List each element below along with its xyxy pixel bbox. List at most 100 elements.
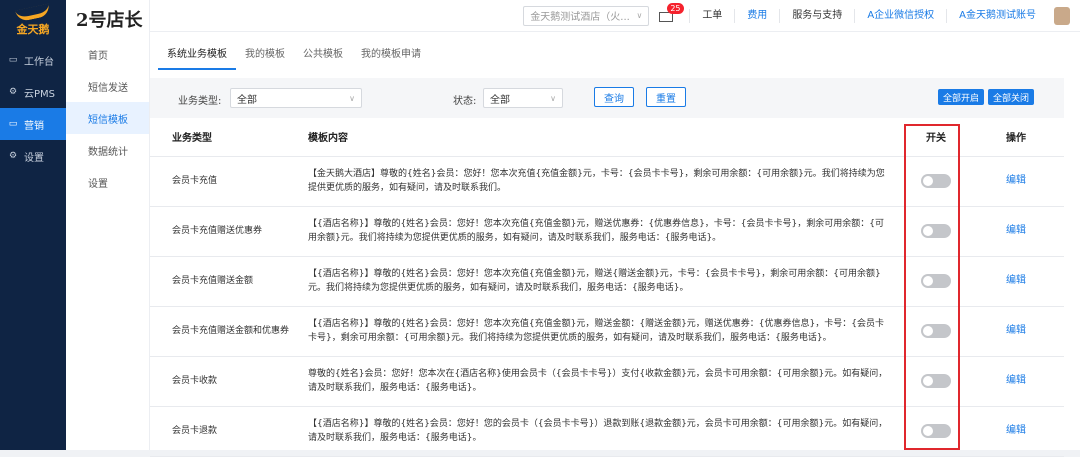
header-business-type: 业务类型 bbox=[150, 118, 308, 157]
mail-button[interactable]: 25 bbox=[659, 2, 684, 23]
main-sidebar: 金天鹅 ▭ 工作台 ⚙ 云PMS ▭ 营销 ⚙ 设置 bbox=[0, 0, 66, 450]
row-action-cell: 编辑 bbox=[968, 156, 1064, 207]
row-action-cell: 编辑 bbox=[968, 206, 1064, 257]
tab-my-templates[interactable]: 我的模板 bbox=[236, 45, 294, 70]
work-order-link[interactable]: 工单 bbox=[689, 8, 734, 23]
gear-icon: ⚙ bbox=[8, 87, 18, 97]
row-template-content: 【{酒店名称}】尊敬的{姓名}会员：您好！您本次充值{充值金额}元，赠送金额：{… bbox=[308, 306, 904, 357]
chevron-down-icon: ∨ bbox=[550, 93, 556, 103]
marketing-icon: ▭ bbox=[8, 119, 18, 129]
row-switch-cell bbox=[904, 206, 968, 257]
row-template-content: 【{酒店名称}】尊敬的{姓名}会员：您好！您的会员卡（{会员卡卡号}）退款到账{… bbox=[308, 406, 904, 457]
status-value: 全部 bbox=[490, 94, 510, 106]
chevron-down-icon: ∨ bbox=[636, 11, 643, 20]
business-type-value: 全部 bbox=[237, 94, 257, 106]
edit-link[interactable]: 编辑 bbox=[1006, 325, 1026, 336]
reset-button[interactable]: 重置 bbox=[646, 87, 686, 107]
sidebar-item-label: 云PMS bbox=[24, 88, 56, 100]
subnav-item-sms-send[interactable]: 短信发送 bbox=[66, 70, 149, 102]
avatar[interactable] bbox=[1054, 6, 1070, 25]
account-link[interactable]: A金天鹅测试账号 bbox=[946, 8, 1048, 23]
app-logo[interactable]: 金天鹅 bbox=[0, 0, 66, 44]
edit-link[interactable]: 编辑 bbox=[1006, 375, 1026, 386]
sidebar-item-marketing[interactable]: ▭ 营销 bbox=[0, 108, 66, 140]
status-select[interactable]: 全部 ∨ bbox=[483, 88, 563, 108]
table-row: 会员卡充值赠送金额 【{酒店名称}】尊敬的{姓名}会员：您好！您本次充值{充值金额… bbox=[150, 256, 1064, 307]
row-switch-cell bbox=[904, 406, 968, 457]
chevron-down-icon: ∨ bbox=[349, 93, 355, 103]
sidebar-item-settings[interactable]: ⚙ 设置 bbox=[0, 140, 66, 172]
row-switch-cell bbox=[904, 156, 968, 207]
table-row: 会员卡收款 尊敬的{姓名}会员：您好！您本次在{酒店名称}使用会员卡（{会员卡卡号… bbox=[150, 356, 1064, 407]
billing-link[interactable]: 费用 bbox=[734, 8, 779, 23]
subnav-item-settings[interactable]: 设置 bbox=[66, 166, 149, 198]
tab-my-applications[interactable]: 我的模板申请 bbox=[352, 45, 430, 70]
workbench-icon: ▭ bbox=[8, 55, 18, 65]
template-switch-toggle[interactable] bbox=[921, 323, 951, 338]
template-switch-toggle[interactable] bbox=[921, 423, 951, 438]
row-template-content: 【{酒店名称}】尊敬的{姓名}会员：您好！您本次充值{充值金额}元，赠送{赠送金… bbox=[308, 256, 904, 307]
sidebar-item-workbench[interactable]: ▭ 工作台 bbox=[0, 44, 66, 76]
sidebar-item-cloud-pms[interactable]: ⚙ 云PMS bbox=[0, 76, 66, 108]
row-business-type: 会员卡充值 bbox=[150, 156, 308, 207]
tab-system-templates[interactable]: 系统业务模板 bbox=[158, 45, 236, 70]
template-panel: 业务类型: 全部 ∨ 状态: 全部 ∨ 查询 重置 全部开启 全部关闭 业务类型… bbox=[150, 70, 1080, 457]
tab-public-templates[interactable]: 公共模板 bbox=[294, 45, 352, 70]
edit-link[interactable]: 编辑 bbox=[1006, 425, 1026, 436]
row-action-cell: 编辑 bbox=[968, 406, 1064, 457]
sidebar-item-label: 营销 bbox=[24, 120, 44, 132]
subnav-item-statistics[interactable]: 数据统计 bbox=[66, 134, 149, 166]
support-link[interactable]: 服务与支持 bbox=[779, 8, 854, 23]
brand-title: 2号店长 bbox=[76, 10, 143, 31]
table-row: 会员卡充值赠送优惠券 【{酒店名称}】尊敬的{姓名}会员：您好！您本次充值{充值金… bbox=[150, 206, 1064, 257]
enable-all-button[interactable]: 全部开启 bbox=[938, 89, 984, 105]
header-action: 操作 bbox=[968, 118, 1064, 157]
query-button[interactable]: 查询 bbox=[594, 87, 634, 107]
template-switch-toggle[interactable] bbox=[921, 273, 951, 288]
row-template-content: 【金天鹅大酒店】尊敬的{姓名}会员：您好！您本次充值{充值金额}元，卡号：{会员… bbox=[308, 156, 904, 207]
logo-swoosh-icon bbox=[15, 3, 51, 23]
table-row: 会员卡充值赠送金额和优惠券 【{酒店名称}】尊敬的{姓名}会员：您好！您本次充值{… bbox=[150, 306, 1064, 357]
gear-icon: ⚙ bbox=[8, 151, 18, 161]
template-switch-toggle[interactable] bbox=[921, 173, 951, 188]
template-tabs: 系统业务模板 我的模板 公共模板 我的模板申请 bbox=[150, 32, 1080, 70]
edit-link[interactable]: 编辑 bbox=[1006, 225, 1026, 236]
template-switch-toggle[interactable] bbox=[921, 223, 951, 238]
row-template-content: 【{酒店名称}】尊敬的{姓名}会员：您好！您本次充值{充值金额}元，赠送优惠券：… bbox=[308, 206, 904, 257]
hotel-select[interactable]: 金天鹅测试酒店（火... ∨ bbox=[523, 5, 650, 26]
sub-navigation: 2号店长 首页 短信发送 短信模板 数据统计 设置 bbox=[66, 0, 150, 450]
row-switch-cell bbox=[904, 256, 968, 307]
template-table: 业务类型 模板内容 开关 操作 会员卡充值 【金天鹅大酒店】尊敬的{姓名}会员：您… bbox=[150, 118, 1064, 457]
wecom-auth-link[interactable]: A企业微信授权 bbox=[854, 8, 946, 23]
main-content: 系统业务模板 我的模板 公共模板 我的模板申请 业务类型: 全部 ∨ 状态: 全… bbox=[150, 32, 1080, 457]
hotel-select-value: 金天鹅测试酒店（火... bbox=[530, 12, 630, 23]
subnav-item-sms-template[interactable]: 短信模板 bbox=[66, 102, 149, 134]
table-row: 会员卡退款 【{酒店名称}】尊敬的{姓名}会员：您好！您的会员卡（{会员卡卡号}）… bbox=[150, 406, 1064, 457]
row-switch-cell bbox=[904, 306, 968, 357]
row-business-type: 会员卡退款 bbox=[150, 406, 308, 457]
row-action-cell: 编辑 bbox=[968, 356, 1064, 407]
row-action-cell: 编辑 bbox=[968, 256, 1064, 307]
header-switch: 开关 bbox=[904, 118, 968, 157]
table-row: 会员卡充值 【金天鹅大酒店】尊敬的{姓名}会员：您好！您本次充值{充值金额}元，卡… bbox=[150, 156, 1064, 207]
edit-link[interactable]: 编辑 bbox=[1006, 175, 1026, 186]
table-header-row: 业务类型 模板内容 开关 操作 bbox=[150, 118, 1064, 157]
row-business-type: 会员卡充值赠送金额 bbox=[150, 256, 308, 307]
template-switch-toggle[interactable] bbox=[921, 373, 951, 388]
business-type-select[interactable]: 全部 ∨ bbox=[230, 88, 362, 108]
filter-bar: 业务类型: 全部 ∨ 状态: 全部 ∨ 查询 重置 全部开启 全部关闭 bbox=[150, 78, 1064, 118]
disable-all-button[interactable]: 全部关闭 bbox=[988, 89, 1034, 105]
row-business-type: 会员卡收款 bbox=[150, 356, 308, 407]
edit-link[interactable]: 编辑 bbox=[1006, 275, 1026, 286]
business-type-label: 业务类型: bbox=[178, 96, 222, 107]
top-bar: 金天鹅测试酒店（火... ∨ 25 工单 费用 服务与支持 A企业微信授权 A金… bbox=[150, 0, 1080, 32]
status-label: 状态: bbox=[453, 96, 477, 107]
header-template-content: 模板内容 bbox=[308, 118, 904, 157]
logo-text: 金天鹅 bbox=[16, 23, 50, 36]
row-template-content: 尊敬的{姓名}会员：您好！您本次在{酒店名称}使用会员卡（{会员卡卡号}）支付{… bbox=[308, 356, 904, 407]
row-business-type: 会员卡充值赠送金额和优惠券 bbox=[150, 306, 308, 357]
subnav-item-home[interactable]: 首页 bbox=[66, 38, 149, 70]
sidebar-item-label: 设置 bbox=[24, 152, 44, 164]
row-switch-cell bbox=[904, 356, 968, 407]
notification-badge: 25 bbox=[667, 2, 684, 14]
